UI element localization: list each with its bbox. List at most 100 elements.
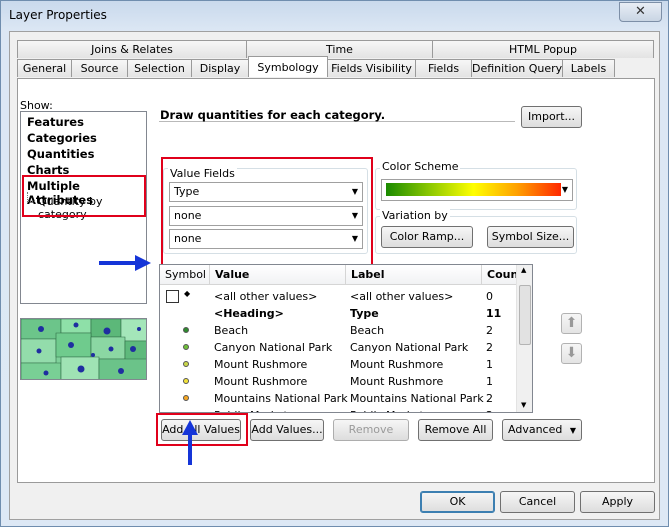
table-row[interactable]: Canyon National Park Canyon National Park…: [160, 339, 518, 356]
move-up-button[interactable]: ⬆: [561, 313, 582, 334]
variation-label: Variation by: [380, 209, 450, 222]
tab-display[interactable]: Display: [191, 59, 249, 77]
cell-label: Type: [350, 307, 379, 320]
tab-source[interactable]: Source: [71, 59, 128, 77]
symbol-size-button[interactable]: Symbol Size...: [487, 226, 574, 248]
table-row[interactable]: <Heading> Type 11: [160, 305, 518, 322]
symbol-swatch[interactable]: [183, 344, 189, 350]
cell-label: Beach: [350, 324, 385, 337]
tab-symbology[interactable]: Symbology: [248, 56, 328, 77]
cancel-button[interactable]: Cancel: [500, 491, 575, 513]
cell-value: Public Market: [214, 409, 288, 412]
cell-label: Mount Rushmore: [350, 358, 444, 371]
cell-count: 2: [486, 392, 493, 405]
tab-joins-relates[interactable]: Joins & Relates: [17, 40, 247, 58]
value-field-1-select[interactable]: Type ▼: [169, 182, 363, 202]
cell-value: <Heading>: [214, 307, 284, 320]
add-all-values-button[interactable]: Add All Values: [161, 419, 241, 441]
advanced-button[interactable]: Advanced ▼: [502, 419, 582, 441]
tree-connector-icon: [27, 192, 35, 202]
close-button[interactable]: ✕: [619, 2, 662, 22]
chevron-down-icon: ▼: [569, 426, 576, 435]
table-row[interactable]: Public Market Public Market 2: [160, 407, 518, 413]
arrow-up-icon: ⬆: [565, 315, 578, 331]
cell-label: Canyon National Park: [350, 341, 469, 354]
tab-fields[interactable]: Fields: [415, 59, 472, 77]
value-field-3-select[interactable]: none ▼: [169, 229, 363, 249]
add-values-button[interactable]: Add Values...: [250, 419, 324, 441]
value-field-3-text: none: [174, 232, 202, 245]
tab-definition-query[interactable]: Definition Query: [471, 59, 563, 77]
symbol-swatch[interactable]: [183, 378, 189, 384]
cell-label: Public Market: [350, 409, 424, 412]
symbol-swatch[interactable]: [183, 395, 189, 401]
table-row[interactable]: Mount Rushmore Mount Rushmore 1: [160, 373, 518, 390]
symbol-checkbox[interactable]: [166, 290, 179, 303]
cell-count: 1: [486, 375, 493, 388]
cell-label: <all other values>: [350, 290, 454, 303]
close-icon: ✕: [635, 4, 646, 19]
column-header-count[interactable]: Count: [482, 265, 524, 285]
chevron-down-icon: ▼: [351, 187, 358, 196]
tab-selection[interactable]: Selection: [127, 59, 192, 77]
dialog-client: Joins & Relates Time HTML Popup General …: [9, 31, 660, 520]
table-scrollbar[interactable]: ▲ ▼: [516, 265, 532, 412]
tab-html-popup[interactable]: HTML Popup: [432, 40, 654, 58]
table-row[interactable]: ◆ <all other values> <all other values> 0: [160, 288, 518, 305]
cell-value: <all other values>: [214, 290, 318, 303]
ok-button[interactable]: OK: [420, 491, 495, 513]
diamond-icon: ◆: [184, 289, 191, 298]
apply-button[interactable]: Apply: [580, 491, 655, 513]
remove-button[interactable]: Remove: [333, 419, 409, 441]
tab-general[interactable]: General: [17, 59, 72, 77]
tab-row-top: Joins & Relates Time HTML Popup: [17, 40, 654, 58]
map-preview: [20, 318, 147, 380]
cell-count: 11: [486, 307, 502, 320]
show-item-categories[interactable]: Categories: [27, 131, 97, 145]
cell-value: Mount Rushmore: [214, 358, 308, 371]
scroll-up-icon[interactable]: ▲: [521, 266, 526, 274]
import-button[interactable]: Import...: [521, 106, 582, 128]
cell-count: 2: [486, 409, 493, 412]
symbol-swatch[interactable]: [183, 361, 189, 367]
arrow-down-icon: ⬇: [565, 345, 578, 361]
color-scheme-group: Color Scheme ▼: [375, 160, 577, 210]
cell-label: Mount Rushmore: [350, 375, 444, 388]
value-field-2-text: none: [174, 209, 202, 222]
color-ramp-button[interactable]: Color Ramp...: [381, 226, 473, 248]
cell-count: 0: [486, 290, 493, 303]
table-header: Symbol Value Label Count: [160, 265, 532, 285]
show-item-charts[interactable]: Charts: [27, 163, 69, 177]
remove-all-button[interactable]: Remove All: [418, 419, 493, 441]
cell-count: 2: [486, 324, 493, 337]
scroll-down-icon[interactable]: ▼: [521, 401, 526, 409]
cell-label: Mountains National Park: [350, 392, 484, 405]
show-item-features[interactable]: Features: [27, 115, 84, 129]
map-preview-graphic: [21, 319, 146, 379]
column-header-symbol[interactable]: Symbol: [160, 265, 210, 285]
move-down-button[interactable]: ⬇: [561, 343, 582, 364]
column-header-value[interactable]: Value: [210, 265, 346, 285]
color-ramp-swatch: [386, 183, 561, 196]
symbology-panel: Show: Features Categories Quantities Cha…: [17, 78, 655, 483]
symbol-swatch[interactable]: [183, 327, 189, 333]
scrollbar-thumb[interactable]: [519, 285, 531, 345]
table-row[interactable]: Beach Beach 2: [160, 322, 518, 339]
value-field-2-select[interactable]: none ▼: [169, 206, 363, 226]
table-row[interactable]: Mount Rushmore Mount Rushmore 1: [160, 356, 518, 373]
symbol-swatch[interactable]: [183, 412, 189, 413]
show-list: Features Categories Quantities Charts Mu…: [20, 111, 147, 304]
tab-labels[interactable]: Labels: [562, 59, 615, 77]
show-item-quantities[interactable]: Quantities: [27, 147, 94, 161]
title-bar: Layer Properties ✕: [1, 1, 668, 31]
color-scheme-select[interactable]: ▼: [381, 179, 573, 201]
table-row[interactable]: Mountains National Park Mountains Nationa…: [160, 390, 518, 407]
show-item-quantity-by-category[interactable]: Quantity by category: [38, 195, 146, 221]
column-header-label[interactable]: Label: [346, 265, 482, 285]
advanced-button-label: Advanced: [508, 423, 563, 436]
chevron-down-icon: ▼: [351, 234, 358, 243]
cell-count: 2: [486, 341, 493, 354]
tab-row-bottom: General Source Selection Display Symbolo…: [17, 56, 615, 77]
tab-fields-visibility[interactable]: Fields Visibility: [327, 59, 416, 77]
cell-value: Canyon National Park: [214, 341, 333, 354]
